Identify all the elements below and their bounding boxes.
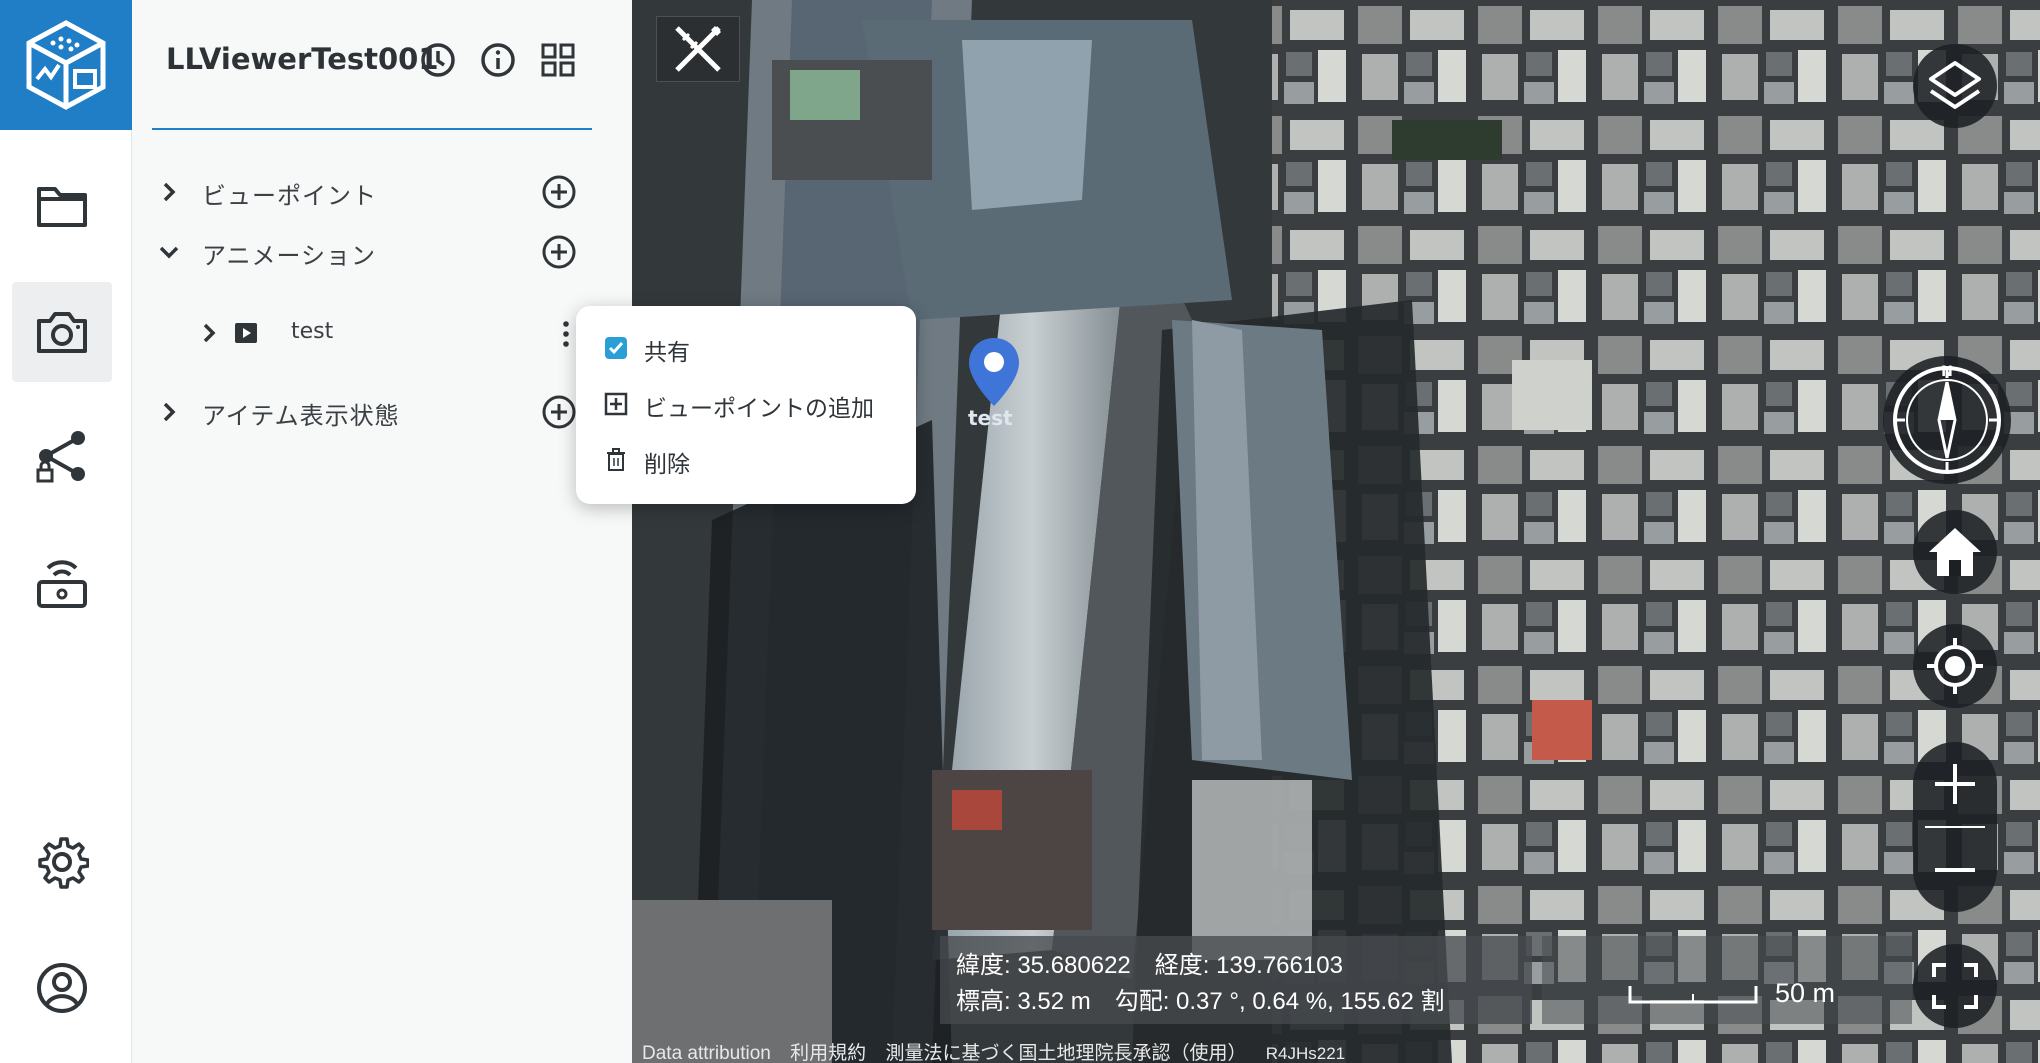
chevron-right-icon[interactable]	[152, 395, 186, 429]
plus-circle-icon	[542, 175, 576, 209]
tree-section-label: アニメーション	[202, 242, 377, 270]
left-rail	[0, 0, 132, 1063]
tree-section-item-visibility[interactable]: アイテム表示状態	[152, 387, 612, 437]
layers-button[interactable]	[1913, 44, 1997, 128]
menu-item-label: ビューポイントの追加	[644, 396, 874, 422]
project-title: LLViewerTest001	[166, 42, 439, 76]
menu-item-delete[interactable]: 削除	[604, 440, 904, 480]
cube-logo-icon	[26, 20, 106, 110]
location-pin-icon[interactable]	[966, 336, 1022, 408]
scale-label: 50 m	[1775, 978, 1836, 1008]
tree-section-label: アイテム表示状態	[202, 402, 400, 430]
attribution-bar: Data attribution 利用規約 測量法に基づく国土地理院長承認（使用…	[642, 1038, 1359, 1063]
satellite-imagery	[632, 0, 2040, 1063]
rail-account-button[interactable]	[12, 938, 112, 1038]
trash-icon	[604, 448, 628, 472]
zoom-in-button[interactable]	[1913, 742, 1997, 826]
home-button[interactable]	[1913, 510, 1997, 594]
tree-section-animation[interactable]: アニメーション	[152, 227, 612, 277]
approval-code: R4JHs221	[1265, 1044, 1346, 1063]
layers-icon	[1929, 61, 1981, 109]
survey-approval-text: 測量法に基づく国土地理院長承認（使用）	[885, 1043, 1247, 1063]
compass-button[interactable]: N	[1883, 356, 2011, 484]
add-item-state-button[interactable]	[540, 393, 578, 431]
folder-icon	[37, 187, 87, 227]
info-icon	[481, 43, 515, 77]
rail-share-button[interactable]	[12, 406, 112, 506]
rail-settings-button[interactable]	[12, 812, 112, 912]
plus-square-icon	[604, 392, 628, 416]
map-viewport[interactable]: test N 緯度: 35.680622 経度: 139.766103 標高: …	[632, 0, 2040, 1063]
rail-folder-button[interactable]	[12, 156, 112, 256]
locate-button[interactable]	[1913, 624, 1997, 708]
share-lock-icon	[36, 431, 85, 483]
apps-button[interactable]	[538, 40, 578, 80]
camera-icon	[37, 312, 87, 353]
clock-icon	[421, 43, 455, 77]
minus-icon	[1935, 868, 1975, 872]
terms-link[interactable]: 利用規約	[790, 1043, 866, 1063]
chevron-right-icon[interactable]	[152, 175, 186, 209]
plus-circle-icon	[542, 235, 576, 269]
chevron-right-icon[interactable]	[192, 316, 226, 350]
menu-item-label: 削除	[644, 452, 690, 478]
tree-section-viewpoints[interactable]: ビューポイント	[152, 167, 612, 217]
plus-circle-icon	[542, 395, 576, 429]
more-vertical-icon	[563, 321, 569, 347]
history-button[interactable]	[418, 40, 458, 80]
ruler-pencil-icon	[675, 26, 721, 72]
zoom-out-button[interactable]	[1913, 828, 1997, 912]
checkbox-checked-icon[interactable]	[604, 336, 628, 360]
rail-broadcast-button[interactable]	[12, 532, 112, 632]
menu-item-share[interactable]: 共有	[604, 328, 904, 368]
compass-icon: N	[1893, 364, 2001, 474]
lat-lon-text: 緯度: 35.680622 経度: 139.766103	[956, 952, 1343, 979]
add-animation-button[interactable]	[540, 233, 578, 271]
video-play-icon	[235, 323, 257, 343]
svg-text:N: N	[1941, 364, 1953, 380]
broadcast-icon	[37, 560, 87, 608]
chevron-down-icon[interactable]	[152, 235, 186, 269]
data-attribution-link[interactable]: Data attribution	[642, 1043, 771, 1063]
plus-icon	[1935, 764, 1975, 804]
zoom-control	[1913, 742, 1997, 912]
menu-item-label: 共有	[644, 340, 690, 366]
add-viewpoint-button[interactable]	[540, 173, 578, 211]
user-circle-icon	[37, 963, 87, 1013]
rail-camera-button[interactable]	[12, 282, 112, 382]
crosshair-icon	[1927, 638, 1983, 694]
pin-label: test	[968, 406, 1013, 430]
animation-item[interactable]: test	[192, 308, 612, 358]
tree-section-label: ビューポイント	[202, 182, 377, 210]
side-panel: LLViewerTest001 ビューポイント アニメーション test アイテ…	[132, 0, 632, 1063]
app-logo[interactable]	[0, 0, 132, 130]
home-icon	[1929, 528, 1981, 576]
grid-icon	[541, 43, 575, 77]
measure-tool-button[interactable]	[656, 16, 740, 82]
menu-item-add-viewpoint[interactable]: ビューポイントの追加	[604, 384, 904, 424]
header-divider	[152, 128, 592, 130]
item-context-menu: 共有 ビューポイントの追加 削除	[576, 306, 916, 504]
info-button[interactable]	[478, 40, 518, 80]
animation-item-label: test	[291, 319, 334, 344]
gear-icon	[38, 837, 89, 889]
